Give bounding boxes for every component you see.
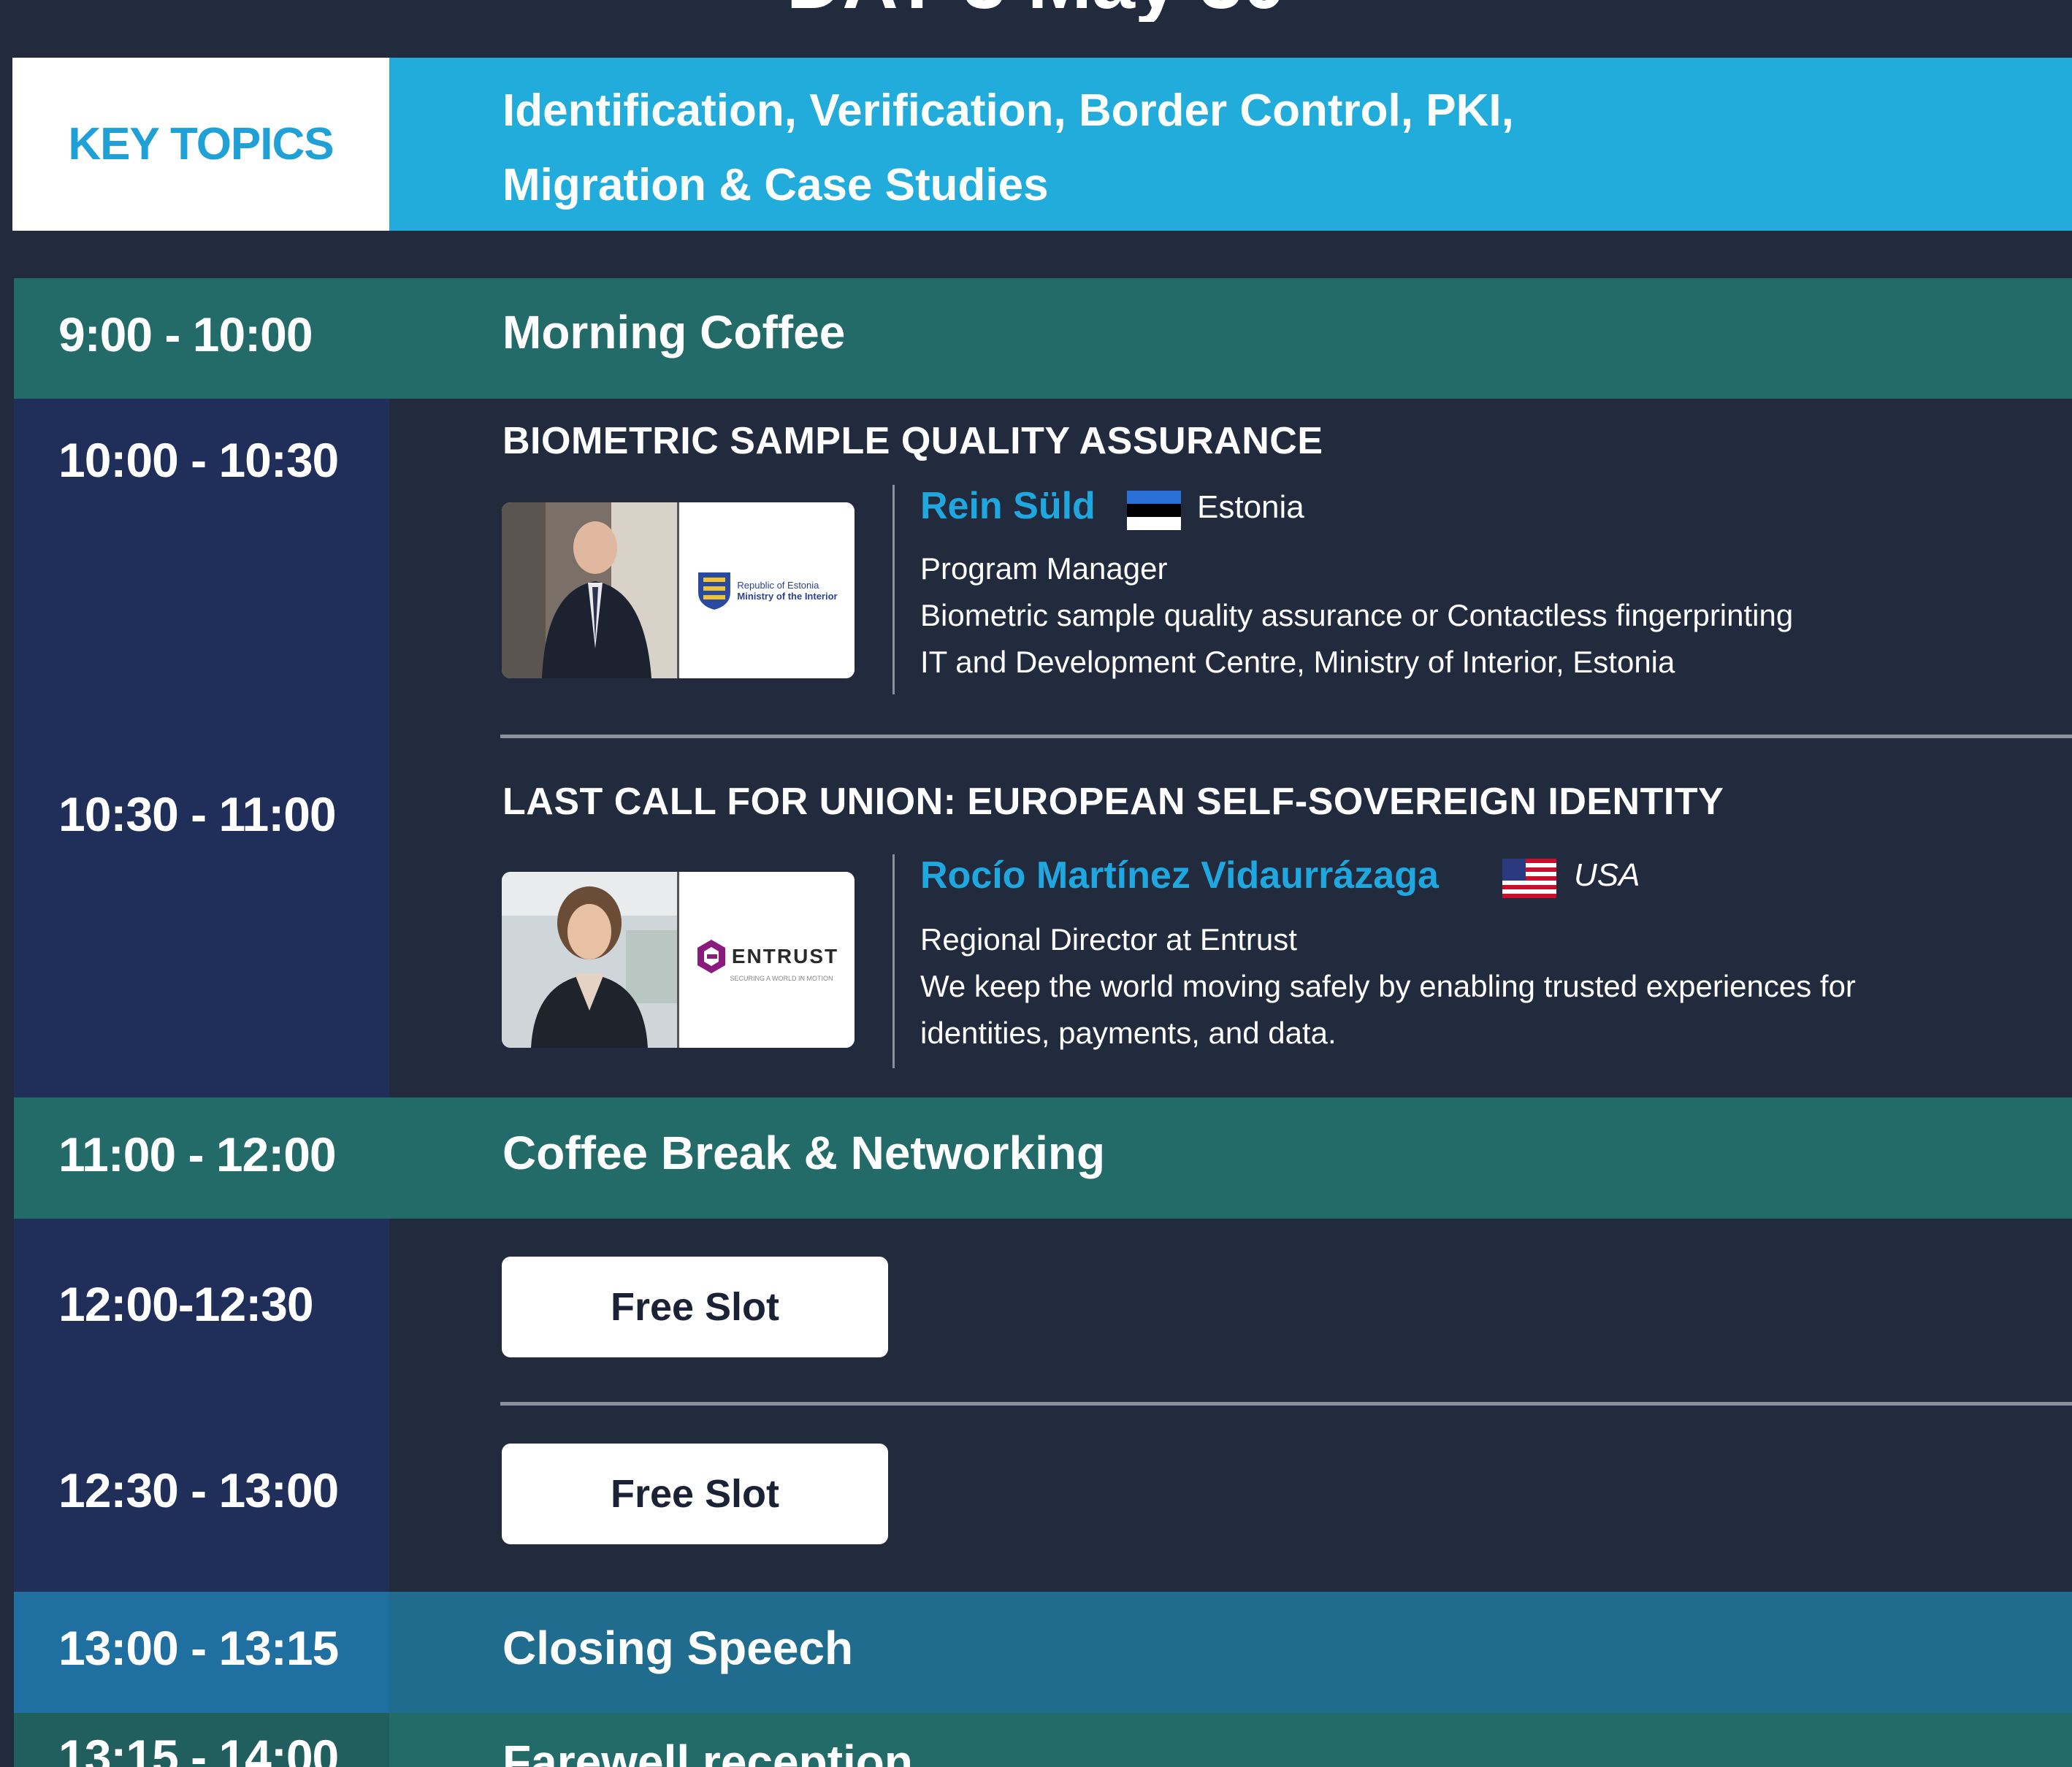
estonia-flag-icon (1127, 491, 1181, 530)
key-topics-text: Identification, Verification, Border Con… (389, 58, 2072, 231)
speaker-country: USA (1574, 857, 1640, 893)
time-column (14, 1219, 389, 1592)
agenda-title: Closing Speech (502, 1622, 854, 1674)
speaker-photo (502, 872, 677, 1048)
speaker-photo-card: Republic of Estonia Ministry of the Inte… (502, 502, 855, 678)
separator-line (892, 854, 895, 1068)
speaker-photo-card: ENTRUST SECURING A WORLD IN MOTION (502, 872, 855, 1048)
separator-line (892, 485, 895, 694)
free-slot-button[interactable]: Free Slot (502, 1257, 888, 1357)
usa-flag-icon (1502, 859, 1556, 898)
agenda-title: Morning Coffee (502, 306, 846, 359)
speaker-name[interactable]: Rocío Martínez Vidaurrázaga (920, 854, 1439, 897)
session-title: LAST CALL FOR UNION: EUROPEAN SELF-SOVER… (502, 781, 1724, 823)
agenda-band-morning-coffee (14, 278, 2072, 399)
estonia-coat-of-arms-icon (698, 572, 731, 610)
speaker-organization: IT and Development Centre, Ministry of I… (920, 645, 1675, 679)
talk-description: Biometric sample quality assurance or Co… (920, 598, 1794, 632)
session-divider (500, 1402, 2072, 1406)
key-topics-line2: Migration & Case Studies (502, 160, 1049, 210)
speaker-country: Estonia (1197, 489, 1304, 525)
free-slot-button[interactable]: Free Slot (502, 1444, 888, 1544)
logo-name: ENTRUST (731, 944, 839, 967)
organization-logo: ENTRUST SECURING A WORLD IN MOTION (679, 872, 855, 1048)
time-label: 12:00-12:30 (58, 1277, 314, 1331)
agenda-title: Farewell reception (502, 1736, 913, 1767)
time-label: 10:00 - 10:30 (58, 433, 339, 487)
session-title: BIOMETRIC SAMPLE QUALITY ASSURANCE (502, 420, 1323, 462)
session-divider (500, 735, 2072, 738)
entrust-logo-icon (697, 939, 725, 973)
farewell-row-clip: 13:15 - 14:00 Farewell reception (0, 1713, 2072, 1767)
logo-tagline: SECURING A WORLD IN MOTION (730, 974, 833, 982)
day-title: DAY 3 May 30 (0, 0, 2072, 22)
time-label: 9:00 - 10:00 (58, 307, 313, 361)
company-description: We keep the world moving safely by enabl… (920, 969, 1856, 1003)
organization-logo: Republic of Estonia Ministry of the Inte… (679, 502, 855, 678)
agenda-title: Coffee Break & Networking (502, 1127, 1106, 1179)
key-topics-line1: Identification, Verification, Border Con… (502, 85, 1514, 136)
time-label: 11:00 - 12:00 (58, 1127, 337, 1181)
speaker-role: Regional Director at Entrust (920, 922, 1297, 957)
speaker-role: Program Manager (920, 551, 1168, 586)
time-label: 13:15 - 14:00 (58, 1730, 339, 1767)
logo-line2: Ministry of the Interior (737, 590, 838, 602)
time-label: 13:00 - 13:15 (58, 1621, 339, 1675)
time-label: 10:30 - 11:00 (58, 787, 337, 841)
speaker-name[interactable]: Rein Süld (920, 484, 1096, 528)
logo-line1: Republic of Estonia (737, 579, 819, 591)
key-topics-label: KEY TOPICS (12, 58, 389, 231)
time-column (14, 399, 389, 1097)
company-description-line2: identities, payments, and data. (920, 1016, 1337, 1050)
speaker-photo (502, 502, 677, 678)
time-label: 12:30 - 13:00 (58, 1463, 339, 1517)
